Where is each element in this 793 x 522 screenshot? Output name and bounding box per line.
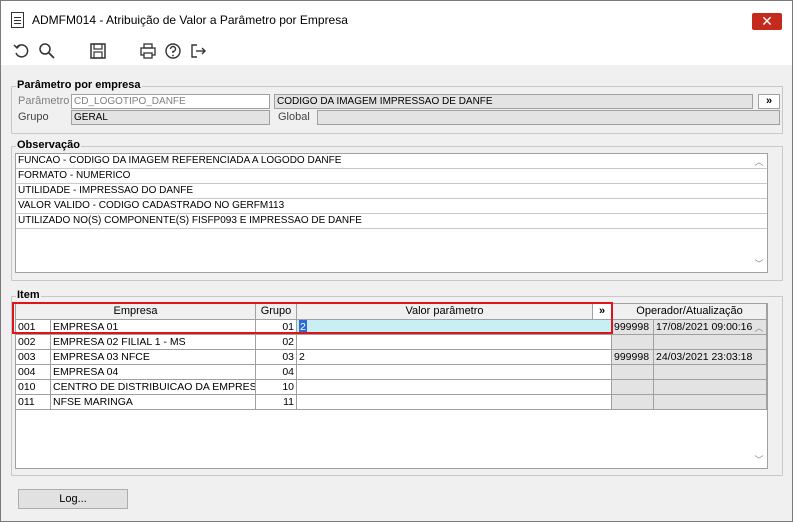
column-header-valor[interactable]: Valor parâmetro (297, 304, 593, 320)
row-data (654, 380, 767, 395)
row-valor-input[interactable] (297, 365, 612, 380)
parametro-label: Parâmetro (18, 95, 70, 107)
observation-line: UTILIZADO NO(S) COMPONENTE(S) FISFP093 E… (16, 214, 767, 229)
row-grupo: 02 (256, 335, 297, 350)
scroll-down-icon[interactable]: ﹀ (752, 258, 766, 270)
row-valor-input[interactable]: 2 (297, 320, 612, 335)
grid-scroll-up-icon[interactable]: ︿ (752, 322, 766, 334)
grid-header: Empresa Grupo Valor parâmetro » Operador… (16, 304, 767, 320)
row-empresa: EMPRESA 01 (51, 320, 256, 335)
observation-line: FUNCAO - CODIGO DA IMAGEM REFERENCIADA A… (16, 154, 767, 169)
column-header-grupo[interactable]: Grupo (256, 304, 297, 320)
row-empresa: CENTRO DE DISTRIBUICAO DA EMPRESA (51, 380, 256, 395)
row-grupo: 03 (256, 350, 297, 365)
table-row[interactable]: 004 EMPRESA 04 04 (16, 365, 767, 380)
grupo-label: Grupo (18, 111, 49, 123)
row-data: 24/03/2021 23:03:18 (654, 350, 767, 365)
title-bar: ADMFM014 - Atribuição de Valor a Parâmet… (1, 1, 792, 39)
parametro-description: CODIGO DA IMAGEM IMPRESSAO DE DANFE (274, 94, 753, 109)
row-code: 002 (16, 335, 51, 350)
help-icon[interactable] (163, 42, 183, 62)
row-code: 010 (16, 380, 51, 395)
row-valor-input[interactable] (297, 395, 612, 410)
save-icon[interactable] (88, 42, 108, 62)
close-button[interactable]: ✕ (752, 13, 782, 30)
row-operador (612, 380, 654, 395)
row-code: 011 (16, 395, 51, 410)
grid-scroll-down-icon[interactable]: ﹀ (752, 454, 766, 466)
observation-line: FORMATO - NUMERICO (16, 169, 767, 184)
param-section-title: Parâmetro por empresa (16, 79, 142, 91)
table-row[interactable]: 001 EMPRESA 01 01 2 999998 17/08/2021 09… (16, 320, 767, 335)
row-operador (612, 395, 654, 410)
row-operador (612, 335, 654, 350)
column-header-empresa[interactable]: Empresa (16, 304, 256, 320)
row-code: 003 (16, 350, 51, 365)
toolbar (1, 39, 792, 65)
row-data (654, 335, 767, 350)
item-section-title: Item (16, 289, 41, 301)
row-grupo: 04 (256, 365, 297, 380)
row-grupo: 01 (256, 320, 297, 335)
observation-line: VALOR VALIDO - CODIGO CADASTRADO NO GERF… (16, 199, 767, 214)
row-empresa: NFSE MARINGA (51, 395, 256, 410)
row-valor-input[interactable] (297, 335, 612, 350)
table-row[interactable]: 003 EMPRESA 03 NFCE 03 2 999998 24/03/20… (16, 350, 767, 365)
column-header-operador[interactable]: Operador/Atualização (612, 304, 767, 320)
row-grupo: 11 (256, 395, 297, 410)
row-operador: 999998 (612, 320, 654, 335)
app-window: ADMFM014 - Atribuição de Valor a Parâmet… (0, 0, 793, 522)
global-label: Global (278, 111, 310, 123)
valor-more-button[interactable]: » (593, 304, 612, 320)
row-grupo: 10 (256, 380, 297, 395)
row-empresa: EMPRESA 03 NFCE (51, 350, 256, 365)
observation-line: UTILIDADE - IMPRESSAO DO DANFE (16, 184, 767, 199)
global-field (317, 110, 780, 125)
row-empresa: EMPRESA 04 (51, 365, 256, 380)
table-row[interactable]: 011 NFSE MARINGA 11 (16, 395, 767, 410)
exit-icon[interactable] (188, 42, 208, 62)
parametro-more-button[interactable]: » (758, 94, 780, 109)
row-operador (612, 365, 654, 380)
print-icon[interactable] (138, 42, 158, 62)
row-data: 17/08/2021 09:00:16 (654, 320, 767, 335)
row-data (654, 365, 767, 380)
scroll-up-icon[interactable]: ︿ (752, 156, 766, 168)
search-icon[interactable] (37, 42, 57, 62)
window-title: ADMFM014 - Atribuição de Valor a Parâmet… (32, 13, 348, 27)
obs-section-title: Observação (16, 139, 81, 151)
undo-icon[interactable] (12, 42, 32, 62)
row-valor-text: 2 (299, 320, 307, 334)
item-grid: Empresa Grupo Valor parâmetro » Operador… (15, 303, 768, 469)
row-operador: 999998 (612, 350, 654, 365)
row-valor-input[interactable] (297, 380, 612, 395)
document-icon (11, 12, 24, 28)
row-valor-input[interactable]: 2 (297, 350, 612, 365)
parametro-field[interactable]: CD_LOGOTIPO_DANFE (71, 94, 270, 109)
table-row[interactable]: 002 EMPRESA 02 FILIAL 1 - MS 02 (16, 335, 767, 350)
observation-list[interactable]: FUNCAO - CODIGO DA IMAGEM REFERENCIADA A… (15, 153, 768, 273)
row-code: 004 (16, 365, 51, 380)
row-empresa: EMPRESA 02 FILIAL 1 - MS (51, 335, 256, 350)
log-button[interactable]: Log... (18, 489, 128, 509)
row-data (654, 395, 767, 410)
grupo-field: GERAL (71, 110, 270, 125)
row-code: 001 (16, 320, 51, 335)
table-row[interactable]: 010 CENTRO DE DISTRIBUICAO DA EMPRESA 10 (16, 380, 767, 395)
